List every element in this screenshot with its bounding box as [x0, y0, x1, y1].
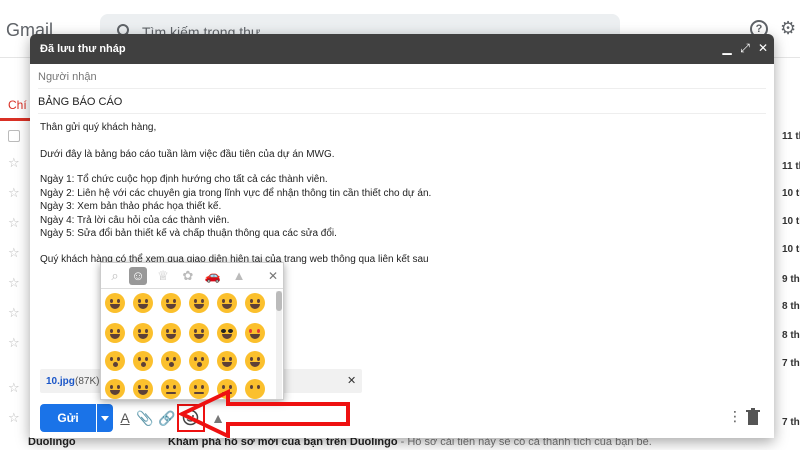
- crown-icon[interactable]: ♕: [154, 267, 172, 285]
- send-options-button[interactable]: [97, 404, 113, 432]
- email-time: 11 th: [782, 131, 800, 142]
- attach-icon[interactable]: 📎: [136, 408, 154, 428]
- emoji-kiss-smile-icon[interactable]: [161, 351, 181, 371]
- close-icon[interactable]: ✕: [266, 267, 280, 285]
- star-icon[interactable]: ☆: [8, 410, 20, 426]
- email-time: 10 th: [782, 188, 800, 199]
- star-icon[interactable]: ☆: [8, 275, 20, 291]
- subject-field[interactable]: BẢNG BÁO CÁO: [38, 89, 766, 114]
- star-icon[interactable]: ☆: [8, 335, 20, 351]
- row-checkbox[interactable]: [8, 130, 20, 142]
- flower-icon[interactable]: ✿: [179, 267, 197, 285]
- remove-attachment-icon[interactable]: ✕: [347, 374, 356, 387]
- attachment-size: (87K): [75, 376, 100, 387]
- emoji-kiss-heart-icon[interactable]: [105, 351, 125, 371]
- emoji-picker-tabs: ⌕ ☺ ♕ ✿ 🚗 ▲ ✕: [101, 263, 283, 289]
- emoji-joy-icon[interactable]: [161, 293, 181, 313]
- emoji-slight-smile-icon[interactable]: [217, 351, 237, 371]
- link-icon[interactable]: 🔗: [158, 408, 176, 428]
- emoji-wink-icon[interactable]: [133, 323, 153, 343]
- settings-icon[interactable]: ⚙: [780, 18, 800, 38]
- email-time: 8 th: [782, 301, 800, 312]
- emoji-laugh-icon[interactable]: [133, 293, 153, 313]
- emoji-scrollbar[interactable]: [276, 291, 282, 399]
- star-icon[interactable]: ☆: [8, 305, 20, 321]
- triangle-icon[interactable]: ▲: [230, 267, 248, 285]
- body-line[interactable]: Ngày 3: Xem bản thảo phác họa thiết kế.: [40, 201, 221, 212]
- emoji-laughing-icon[interactable]: [105, 323, 125, 343]
- emoji-blush-icon[interactable]: [161, 323, 181, 343]
- emoji-grid: [105, 293, 273, 399]
- emoji-heart-eyes-icon[interactable]: [245, 323, 265, 343]
- compose-toolbar: Gửi A 📎 🔗 ▲ ⋮: [30, 400, 774, 438]
- star-icon[interactable]: ☆: [8, 215, 20, 231]
- annotation-arrow-icon: [177, 388, 350, 438]
- emoji-smile-icon[interactable]: [217, 293, 237, 313]
- smiley-icon[interactable]: ☺: [129, 267, 147, 285]
- email-time: 7 th: [782, 417, 800, 428]
- emoji-grin-icon[interactable]: [105, 293, 125, 313]
- emoji-sweat-smile-icon[interactable]: [245, 293, 265, 313]
- body-line[interactable]: Ngày 1: Tổ chức cuộc họp định hướng cho …: [40, 174, 328, 185]
- star-icon[interactable]: ☆: [8, 185, 20, 201]
- email-time: 8 th: [782, 330, 800, 341]
- email-time: 11 th: [782, 161, 800, 172]
- car-icon[interactable]: 🚗: [204, 267, 222, 285]
- emoji-picker: ⌕ ☺ ♕ ✿ 🚗 ▲ ✕: [100, 262, 284, 400]
- tab-underline: [0, 118, 30, 121]
- trash-icon[interactable]: [746, 408, 760, 426]
- search-icon[interactable]: ⌕: [106, 267, 124, 285]
- emoji-halo-icon[interactable]: [133, 379, 153, 399]
- body-line[interactable]: Dưới đây là bảng báo cáo tuần làm việc đ…: [40, 149, 335, 160]
- body-line[interactable]: Ngày 4: Trả lời câu hỏi của các thành vi…: [40, 215, 229, 226]
- star-icon[interactable]: ☆: [8, 380, 20, 396]
- body-line[interactable]: Ngày 5: Sửa đổi bản thiết kế và chấp thu…: [40, 228, 337, 239]
- emoji-nerd-icon[interactable]: [105, 379, 125, 399]
- email-time: 9 th: [782, 274, 800, 285]
- emoji-sunglasses-icon[interactable]: [217, 323, 237, 343]
- emoji-slight-smile-icon[interactable]: [245, 351, 265, 371]
- body-line[interactable]: Ngày 2: Liên hệ với các chuyên gia trong…: [40, 188, 431, 199]
- recipients-field[interactable]: Người nhận: [38, 64, 766, 89]
- star-icon[interactable]: ☆: [8, 245, 20, 261]
- email-time: 10 th: [782, 216, 800, 227]
- minimize-icon[interactable]: ▁: [720, 41, 734, 55]
- emoji-kiss-closed-eyes-icon[interactable]: [189, 351, 209, 371]
- email-time: 7 th: [782, 358, 800, 369]
- fullscreen-icon[interactable]: ⤢: [738, 41, 752, 55]
- emoji-kiss-icon[interactable]: [133, 351, 153, 371]
- close-icon[interactable]: ✕: [756, 41, 770, 55]
- format-text-icon[interactable]: A: [116, 408, 134, 428]
- star-icon[interactable]: ☆: [8, 155, 20, 171]
- attachment-name[interactable]: 10.jpg: [46, 376, 75, 387]
- email-time: 10 th: [782, 244, 800, 255]
- compose-title: Đã lưu thư nháp: [40, 43, 126, 55]
- body-line[interactable]: Thân gửi quý khách hàng,: [40, 122, 156, 133]
- more-icon[interactable]: ⋮: [728, 408, 742, 425]
- tab-primary-partial[interactable]: Chí: [8, 98, 27, 112]
- send-button[interactable]: Gửi: [40, 404, 96, 432]
- emoji-yum-icon[interactable]: [189, 323, 209, 343]
- compose-header: Đã lưu thư nháp ▁ ⤢ ✕: [30, 34, 774, 64]
- emoji-smile-icon[interactable]: [189, 293, 209, 313]
- emoji-scrollbar-thumb[interactable]: [276, 291, 282, 311]
